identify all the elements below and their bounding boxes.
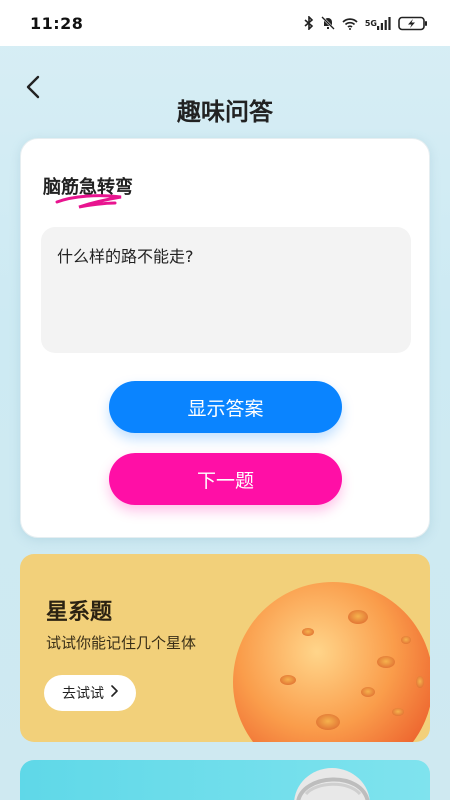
question-box: 什么样的路不能走?: [41, 227, 411, 353]
chevron-right-icon: [110, 685, 118, 701]
status-time: 11:28: [30, 13, 84, 33]
status-icons: 5G: [304, 16, 428, 31]
mute-bell-icon: [321, 16, 335, 30]
star-quiz-card[interactable]: 星系题 试试你能记住几个星体 去试试: [20, 554, 430, 742]
quiz-card: 脑筋急转弯 什么样的路不能走? 显示答案 下一题: [20, 138, 430, 538]
status-bar: 11:28 5G: [0, 0, 450, 46]
page-title: 趣味问答: [177, 98, 273, 126]
try-button-label: 去试试: [62, 686, 104, 702]
question-text: 什么样的路不能走?: [57, 247, 194, 266]
battery-charging-icon: [398, 16, 428, 31]
cellular-5g-icon: 5G: [364, 16, 391, 30]
planet-image: [233, 582, 430, 742]
next-question-button[interactable]: 下一题: [109, 453, 342, 505]
network-label: 5G: [364, 18, 377, 28]
star-card-subtitle: 试试你能记住几个星体: [46, 634, 197, 652]
next-quiz-card[interactable]: [20, 760, 430, 800]
star-card-title: 星系题: [46, 600, 113, 625]
title-underline-swoosh: [55, 194, 122, 209]
bluetooth-icon: [304, 16, 314, 30]
figure-image: [294, 768, 370, 800]
show-answer-button[interactable]: 显示答案: [109, 381, 342, 433]
try-button[interactable]: 去试试: [44, 675, 136, 711]
wifi-icon: [342, 17, 358, 30]
